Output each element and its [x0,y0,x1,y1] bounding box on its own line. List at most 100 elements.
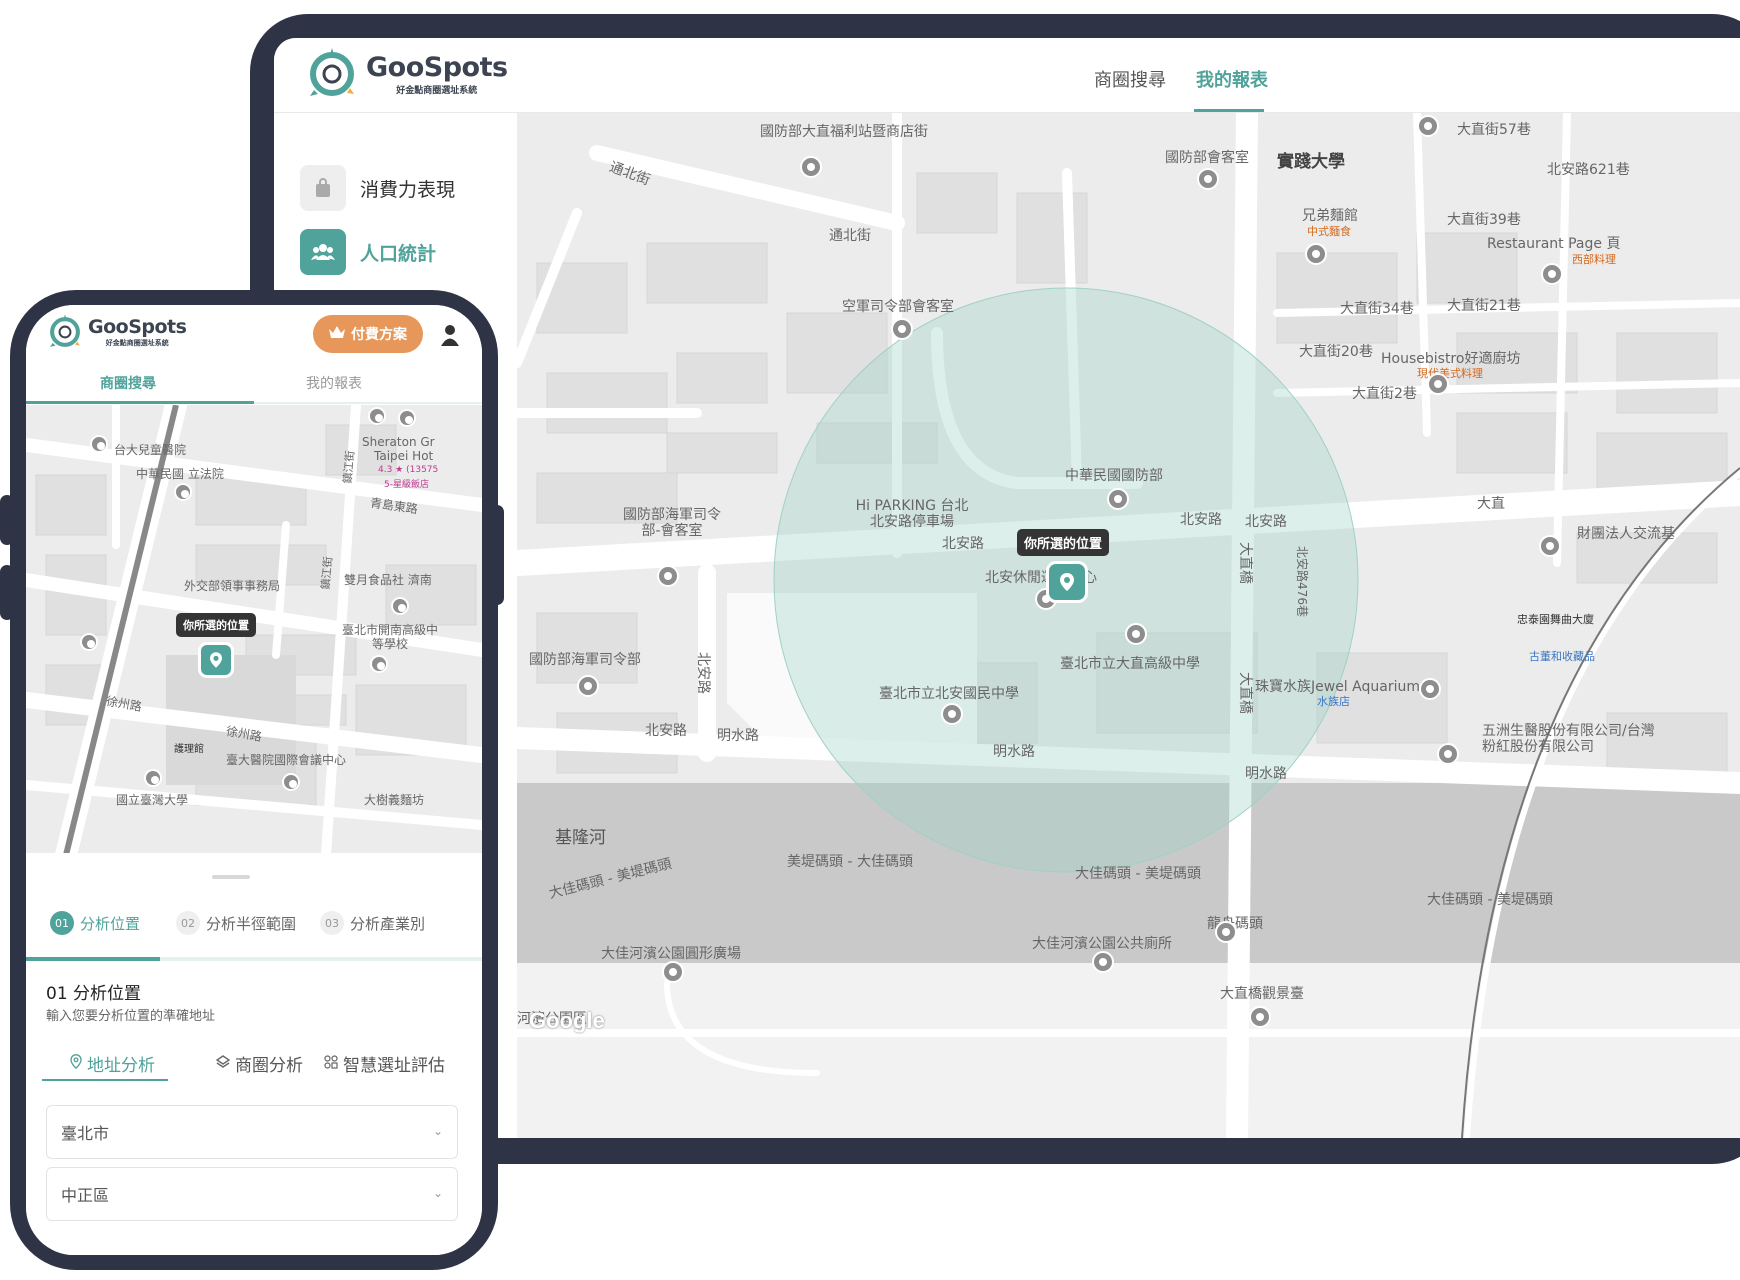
map-poi[interactable] [941,703,963,725]
brand-name: GooSpots [88,316,187,338]
map-label: 大佳碼頭 - 美堤碼頭 [1075,866,1201,882]
district-select-value: 中正區 [61,1186,110,1205]
subtab-label: 智慧選址評估 [343,1056,445,1076]
nav-area-search[interactable]: 商圈搜尋 [1094,66,1166,92]
map-poi[interactable] [662,961,684,983]
map-poi[interactable] [1092,951,1114,973]
map-label: 中華民國國防部 [1065,468,1163,484]
subtab-smart-site-evaluation[interactable]: 智慧選址評估 [324,1051,445,1076]
grid-icon [324,1054,338,1074]
map-poi[interactable] [90,435,108,453]
map-label: 實踐大學 [1277,152,1345,172]
map-poi[interactable] [1249,1006,1271,1028]
map-label: 北安路 [695,652,711,694]
map-poi[interactable] [1107,488,1129,510]
desktop-map[interactable]: 國防部大直福利站暨商店街 通北街 通北街 國防部會客室 實踐大學 北安路621巷… [517,113,1740,1138]
map-label: 西部料理 [1572,253,1616,266]
map-poi[interactable] [657,565,679,587]
compass-logo-icon [50,314,80,347]
map-label: 古董和收藏品 [1529,650,1595,663]
map-label: 大樹義麵坊 [364,793,425,807]
map-poi[interactable] [1437,743,1459,765]
sidebar-item-spending-power[interactable]: 消費力表現 [300,165,455,211]
sidebar-item-population[interactable]: 人口統計 [300,229,436,275]
premium-plan-button[interactable]: 付費方案 [313,315,423,353]
map-label: 北安路621巷 [1547,162,1630,178]
map-poi[interactable] [577,675,599,697]
premium-plan-label: 付費方案 [351,327,407,343]
user-icon[interactable] [439,323,461,347]
map-poi[interactable] [1197,168,1219,190]
map-label: 台大兒童醫院 [114,443,187,457]
city-select[interactable]: 臺北市 ⌄ [46,1105,458,1159]
district-select[interactable]: 中正區 ⌄ [46,1167,458,1221]
mobile-logo[interactable]: GooSpots 好金點商圈選址系統 [46,313,187,351]
map-label: Sheraton Gr [362,435,435,449]
location-pin-icon[interactable] [198,642,234,678]
desktop-logo[interactable]: GooSpots 好金點商圈選址系統 [304,46,508,102]
map-poi[interactable] [1541,263,1563,285]
location-pin-icon[interactable] [1046,561,1088,603]
brand-name: GooSpots [366,52,508,83]
sheet-drag-handle[interactable] [212,875,250,879]
map-label: 財團法人交流基 [1577,526,1675,542]
map-label: 大直街2巷 [1352,386,1417,402]
step-number: 01 [50,911,74,935]
location-icon [70,1053,82,1074]
subtab-area-analysis[interactable]: 商圈分析 [215,1051,303,1076]
map-label: 國防部海軍司令部 [529,652,641,668]
map-poi[interactable] [368,407,386,425]
step-analysis-industry[interactable]: 03 分析產業別 [320,911,425,935]
mobile-screen: GooSpots 好金點商圈選址系統 付費方案 商圈搜尋 我的報表 台大兒童醫院… [26,305,482,1255]
map-poi[interactable] [1215,921,1237,943]
compass-logo-icon [310,48,354,96]
map-poi[interactable] [398,409,416,427]
map-poi[interactable] [1125,623,1147,645]
map-label: 北安路 [645,723,687,739]
map-label: 現代美式料理 [1417,367,1483,380]
map-label: 北安路 [942,536,984,552]
map-label: 大直橋 [1237,672,1253,714]
subtab-label: 地址分析 [87,1056,155,1076]
map-label: 臺北市開南高級中等學校 [341,623,438,651]
map-label: 中華民國 立法院 [136,467,224,481]
map-poi[interactable] [891,318,913,340]
map-poi[interactable] [1539,535,1561,557]
desktop-header: GooSpots 好金點商圈選址系統 商圈搜尋 我的報表 [274,38,1740,113]
nav-my-reports[interactable]: 我的報表 [1196,66,1268,92]
map-label: 五洲生醫股份有限公司/台灣粉紅股份有限公司 [1482,723,1655,755]
map-label: 明水路 [1245,766,1287,782]
map-poi[interactable] [800,156,822,178]
map-poi[interactable] [391,597,409,615]
tab-my-reports[interactable]: 我的報表 [306,373,362,393]
map-poi[interactable] [1417,115,1439,137]
tab-area-search[interactable]: 商圈搜尋 [100,373,156,393]
people-icon [300,229,346,275]
map-label: Hi PARKING 台北北安路停車場 [855,498,969,530]
map-label: 水族店 [1317,695,1350,708]
map-label: 兄弟麵館 [1302,208,1358,224]
map-label: 護理館 [174,744,204,755]
step-analysis-location[interactable]: 01 分析位置 [50,911,140,935]
mobile-map[interactable]: 台大兒童醫院 中華民國 立法院 Sheraton Gr Taipei Hot 4… [26,405,482,855]
map-poi[interactable] [144,769,162,787]
sidebar-label: 消費力表現 [360,178,456,201]
nav-active-indicator [1194,109,1264,112]
map-label: 國防部大直福利站暨商店街 [760,124,928,140]
map-poi[interactable] [1419,678,1441,700]
brand-tagline: 好金點商圈選址系統 [105,339,169,347]
map-poi[interactable] [1427,373,1449,395]
map-poi[interactable] [1305,243,1327,265]
map-label: Restaurant Page 頁 [1487,236,1621,252]
map-label: 臺北市立大直高級中學 [1060,656,1200,672]
map-poi[interactable] [282,773,300,791]
map-label: 北安路 [1180,512,1222,528]
subtab-address-analysis[interactable]: 地址分析 [70,1051,155,1076]
map-poi[interactable] [174,483,192,501]
map-poi[interactable] [370,655,388,673]
map-label: 大佳河濱公園圓形廣場 [601,946,741,962]
step-analysis-radius[interactable]: 02 分析半徑範圍 [176,911,296,935]
map-poi[interactable] [80,633,98,651]
map-label: 大直街57巷 [1457,122,1531,138]
analysis-sheet: 01 分析位置 02 分析半徑範圍 03 分析產業別 01 分析位置 輸入您要分… [26,853,482,1255]
